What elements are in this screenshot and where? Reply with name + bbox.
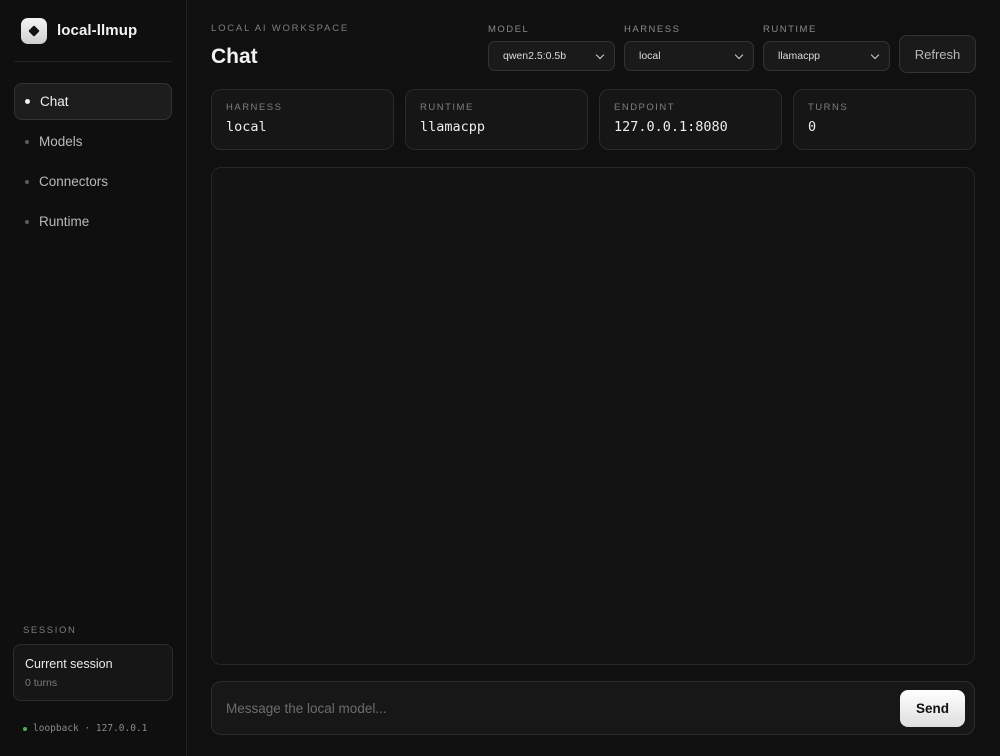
runtime-label: RUNTIME <box>763 24 817 35</box>
connection-text: loopback · 127.0.0.1 <box>33 723 148 734</box>
stat-value: local <box>226 119 267 135</box>
message-input[interactable] <box>226 700 900 716</box>
sidebar-item-chat[interactable]: Chat <box>14 83 172 120</box>
connection-status: loopback · 127.0.0.1 <box>23 723 147 734</box>
sidebar-item-label: Chat <box>40 94 69 109</box>
sidebar-item-runtime[interactable]: Runtime <box>14 203 172 240</box>
sidebar-item-label: Runtime <box>39 214 90 229</box>
dot-icon <box>25 219 29 224</box>
stat-card-turns: TURNS 0 <box>793 89 976 150</box>
runtime-select[interactable]: llamacpp <box>763 41 890 71</box>
chevron-down-icon <box>734 50 744 59</box>
sidebar-item-connectors[interactable]: Connectors <box>14 163 172 200</box>
runtime-control: RUNTIME llamacpp <box>763 24 890 71</box>
chat-transcript[interactable] <box>211 167 975 665</box>
chevron-down-icon <box>870 50 880 59</box>
brand: local-llmup <box>14 0 172 62</box>
harness-select-value: local <box>639 50 661 62</box>
composer: Send <box>211 681 975 735</box>
stat-label: HARNESS <box>226 102 283 113</box>
session-card[interactable]: Current session 0 turns <box>13 644 173 701</box>
app-shell: local-llmup Chat Models Connectors Runti… <box>0 0 1000 756</box>
harness-control: HARNESS local <box>624 24 754 71</box>
sidebar: local-llmup Chat Models Connectors Runti… <box>0 0 187 756</box>
sidebar-nav: Chat Models Connectors Runtime <box>14 83 172 240</box>
stat-card-endpoint: ENDPOINT 127.0.0.1:8080 <box>599 89 782 150</box>
stat-value: llamacpp <box>420 119 486 135</box>
page-title: Chat <box>211 45 258 68</box>
sidebar-item-label: Connectors <box>39 174 109 189</box>
stat-label: ENDPOINT <box>614 102 676 113</box>
stat-label: RUNTIME <box>420 102 474 113</box>
harness-select[interactable]: local <box>624 41 754 71</box>
app-name: local-llmup <box>57 22 138 39</box>
diamond-logo-icon <box>21 17 47 44</box>
dot-icon <box>25 139 29 144</box>
dot-icon <box>25 179 29 184</box>
stat-card-runtime: RUNTIME llamacpp <box>405 89 588 150</box>
stat-card-harness: HARNESS local <box>211 89 394 150</box>
model-label: MODEL <box>488 24 530 35</box>
status-dot-icon <box>23 726 27 731</box>
session-turns: 0 turns <box>25 677 58 689</box>
model-select-value: qwen2.5:0.5b <box>503 50 567 62</box>
stats-row: HARNESS local RUNTIME llamacpp ENDPOINT … <box>211 89 976 150</box>
runtime-select-value: llamacpp <box>778 50 821 62</box>
stat-value: 0 <box>808 119 817 135</box>
stat-value: 127.0.0.1:8080 <box>614 119 728 135</box>
sidebar-item-label: Models <box>39 134 83 149</box>
chevron-down-icon <box>595 50 605 59</box>
header-controls: MODEL qwen2.5:0.5b HARNESS local RUNTIME… <box>488 24 976 73</box>
main-panel: LOCAL AI WORKSPACE Chat MODEL qwen2.5:0.… <box>187 0 1000 756</box>
model-control: MODEL qwen2.5:0.5b <box>488 24 615 71</box>
stat-label: TURNS <box>808 102 849 113</box>
model-select[interactable]: qwen2.5:0.5b <box>488 41 615 71</box>
dot-icon <box>25 99 30 104</box>
refresh-button[interactable]: Refresh <box>899 35 976 73</box>
session-title: Current session <box>25 657 113 671</box>
harness-label: HARNESS <box>624 24 681 35</box>
send-button[interactable]: Send <box>900 689 965 727</box>
session-section-label: SESSION <box>23 625 77 636</box>
page-eyebrow: LOCAL AI WORKSPACE <box>211 23 349 34</box>
sidebar-item-models[interactable]: Models <box>14 123 172 160</box>
